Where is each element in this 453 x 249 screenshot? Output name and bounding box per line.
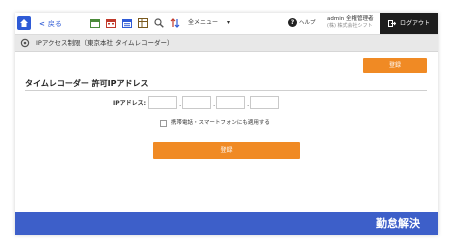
user-company: (株) 株式会社シフト xyxy=(327,23,373,29)
gear-icon xyxy=(20,38,30,48)
mobile-apply-label[interactable]: 携帯電話・スマートフォンにも適用する xyxy=(171,119,270,128)
sort-icon[interactable] xyxy=(170,18,180,28)
logout-icon xyxy=(388,20,396,27)
calendar-list-icon[interactable] xyxy=(122,18,132,28)
user-info: admin 全権管理者 (株) 株式会社シフト xyxy=(327,16,373,30)
top-toolbar: < 戻る 全メニュー ▾ ? ヘルプ admin 全権管理者 (株) 株式会社シ… xyxy=(15,13,438,35)
chevron-left-icon: < xyxy=(39,20,45,28)
ip-octet-1-input[interactable] xyxy=(148,96,177,109)
ip-separator: . xyxy=(179,100,182,108)
user-name: admin 全権管理者 xyxy=(327,16,374,22)
ip-address-label: IPアドレス: xyxy=(113,100,147,107)
all-menu-button[interactable]: 全メニュー xyxy=(188,18,218,28)
ip-separator: . xyxy=(213,100,216,108)
home-button[interactable] xyxy=(17,16,31,30)
table-icon[interactable] xyxy=(138,18,148,28)
ip-octet-2-input[interactable] xyxy=(182,96,211,109)
app-window: < 戻る 全メニュー ▾ ? ヘルプ admin 全権管理者 (株) 株式会社シ… xyxy=(15,13,438,235)
brand-logo-text: 勤怠解決 xyxy=(376,217,420,230)
footer-bar: 勤怠解決 xyxy=(15,212,438,235)
help-button[interactable]: ? ヘルプ xyxy=(288,18,316,28)
mobile-apply-checkbox[interactable] xyxy=(160,120,167,127)
ip-octet-4-input[interactable] xyxy=(250,96,279,109)
chevron-down-icon[interactable]: ▾ xyxy=(227,18,230,28)
back-label: 戻る xyxy=(47,20,62,28)
help-label: ヘルプ xyxy=(299,20,316,26)
divider xyxy=(25,90,427,91)
calendar-icon[interactable] xyxy=(90,18,100,28)
ip-separator: . xyxy=(247,100,250,108)
help-icon: ? xyxy=(288,18,297,27)
logout-label: ログアウト xyxy=(400,20,431,27)
register-button-top[interactable]: 登録 xyxy=(363,58,427,73)
back-button[interactable]: < 戻る xyxy=(39,17,62,31)
logout-button[interactable]: ログアウト xyxy=(380,13,438,34)
search-icon[interactable] xyxy=(154,18,164,28)
page-title: IPアクセス制限（東京本社 タイムレコーダー） xyxy=(36,39,174,47)
calendar-grid-icon[interactable] xyxy=(106,18,116,28)
register-button[interactable]: 登録 xyxy=(153,142,300,159)
breadcrumb: IPアクセス制限（東京本社 タイムレコーダー） xyxy=(15,35,438,52)
home-icon xyxy=(20,19,28,27)
section-title: タイムレコーダー 許可IPアドレス xyxy=(25,79,149,88)
ip-octet-3-input[interactable] xyxy=(216,96,245,109)
